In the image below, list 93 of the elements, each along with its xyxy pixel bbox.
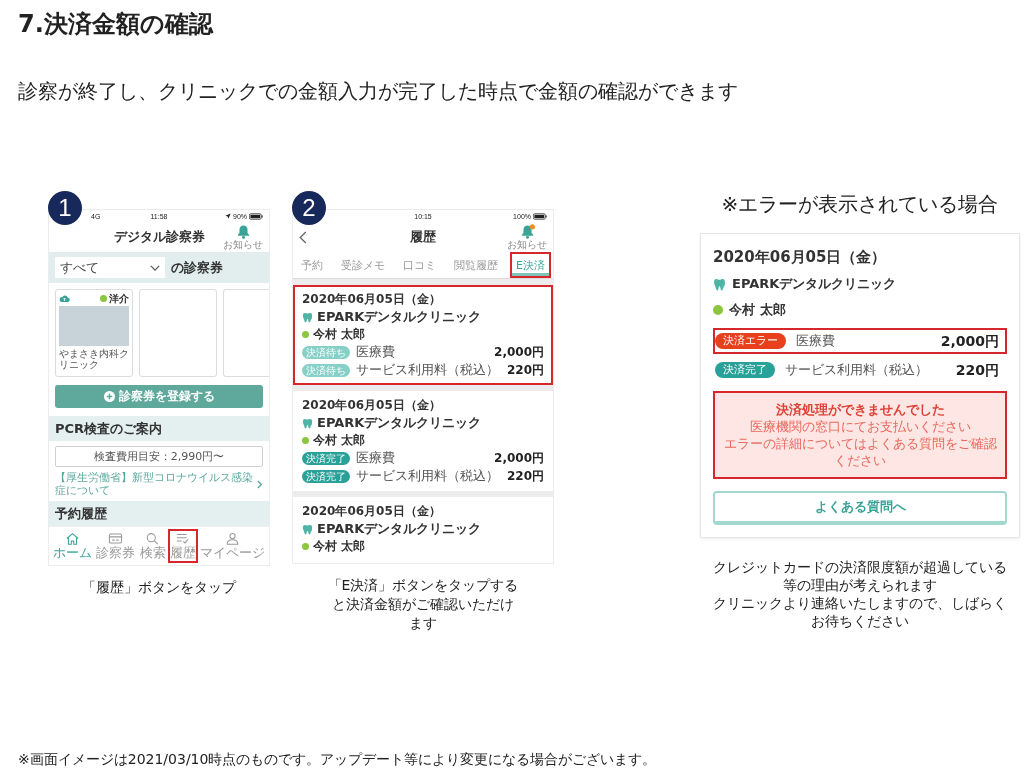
tab[interactable]: 受診メモ xyxy=(335,252,391,278)
step-number: 1 xyxy=(48,191,82,225)
clinic-card[interactable]: 洋介 やまさき内科クリニック xyxy=(55,289,133,377)
amount-text: 2,000円 xyxy=(494,344,544,360)
status-pill: 決済待ち xyxy=(302,363,350,377)
news-link[interactable]: 【厚生労働省】新型コロナウイルス感染症について xyxy=(55,471,263,497)
nav-tab[interactable]: 履歴 xyxy=(167,529,198,563)
caption-text: 「E決済」ボタンをタップすると決済金額がご確認いただけます xyxy=(326,576,520,633)
date-text: 2020年06月05日（金） xyxy=(302,504,442,518)
notice-button[interactable]: お知らせ xyxy=(507,224,547,250)
status-dot-icon xyxy=(713,305,723,315)
tab[interactable]: E決済 xyxy=(510,252,551,278)
fee-label: サービス利用料（税込） xyxy=(356,362,500,378)
tab[interactable]: 予約 xyxy=(295,252,329,278)
status-dot-icon xyxy=(100,295,107,302)
error-text: エラーの詳細についてはよくある質問をご確認ください xyxy=(722,435,998,469)
person-icon xyxy=(225,532,240,545)
register-button[interactable]: 診察券を登録する xyxy=(55,385,263,408)
dropdown-field[interactable]: すべて xyxy=(55,257,165,278)
amount-text: 220円 xyxy=(955,362,999,378)
tooth-icon xyxy=(713,277,726,291)
photo-placeholder xyxy=(59,306,129,346)
faq-button[interactable]: よくある質問へ xyxy=(713,491,1007,525)
nav-tab[interactable]: 診察券 xyxy=(94,529,138,563)
patient-name: 今村 太郎 xyxy=(313,433,366,448)
date-text: 2020年06月05日（金） xyxy=(302,398,442,412)
chevron-right-icon xyxy=(257,479,263,489)
step-number: 2 xyxy=(292,191,326,225)
amount-text: 220円 xyxy=(506,468,544,484)
status-pill: 決済待ち xyxy=(302,345,350,359)
footnote-text: ※画面イメージは2021/03/10時点のものです。アップデート等により変更になる場合がございます。 xyxy=(18,750,657,769)
tooth-icon xyxy=(302,523,313,535)
lead-text: 診察が終了し、クリニックでの金額入力が完了した時点で金額の確認ができます xyxy=(18,78,738,104)
home-icon xyxy=(65,532,80,545)
tab[interactable]: 閲覧履歴 xyxy=(448,252,504,278)
back-button[interactable] xyxy=(299,230,307,244)
search-icon xyxy=(145,532,160,545)
section-title: PCR検査のご案内 xyxy=(49,416,269,441)
plus-circle-icon xyxy=(103,391,115,402)
nav-tab[interactable]: 検索 xyxy=(137,529,168,563)
status-pill: 決済完了 xyxy=(302,451,350,465)
fee-label: サービス利用料（税込） xyxy=(356,468,500,484)
amount-text: 2,000円 xyxy=(494,450,544,466)
fee-label: サービス利用料（税込） xyxy=(785,362,929,378)
section-title: 予約履歴 xyxy=(49,501,269,526)
status-dot-icon xyxy=(302,437,309,444)
battery-icon xyxy=(249,212,263,220)
notice-button[interactable]: お知らせ xyxy=(223,224,263,250)
page-title: 7.決済金額の確認 xyxy=(18,9,213,40)
status-dot-icon xyxy=(302,543,309,550)
checklist-icon xyxy=(175,532,191,545)
status-pill: 決済エラー xyxy=(715,333,786,349)
date-text: 2020年06月05日（金） xyxy=(302,292,442,306)
clinic-name: やまさき内科クリニック xyxy=(59,348,129,370)
back-icon xyxy=(299,230,307,244)
note-text: クリニックより連絡いたしますので、しばらくお待ちください xyxy=(712,594,1008,630)
screen-title: デジタル診察券 xyxy=(113,229,205,245)
status-dot-icon xyxy=(302,331,309,338)
filter-label: の診察券 xyxy=(171,258,223,277)
chevron-down-icon xyxy=(150,264,160,271)
fee-label: 医療費 xyxy=(356,450,396,466)
price-button[interactable]: 検査費用目安：2,990円〜 xyxy=(55,446,263,467)
patient-name: 今村 太郎 xyxy=(313,327,366,342)
clinic-name: EPARKデンタルクリニック xyxy=(732,276,897,292)
screen-title: 履歴 xyxy=(410,229,436,245)
error-text: 医療機関の窓口にてお支払いください xyxy=(748,418,972,435)
patient-name: 洋介 xyxy=(109,293,129,304)
patient-name: 今村 太郎 xyxy=(729,302,786,318)
fee-label: 医療費 xyxy=(796,333,836,349)
caption-text: 「履歴」ボタンをタップ xyxy=(81,578,238,597)
tooth-icon xyxy=(302,311,313,323)
fee-label: 医療費 xyxy=(356,344,396,360)
tooth-icon xyxy=(302,417,313,429)
status-pill: 決済完了 xyxy=(302,469,350,483)
tab[interactable]: 口コミ xyxy=(397,252,442,278)
battery-icon xyxy=(533,212,547,220)
amount-text: 2,000円 xyxy=(940,333,999,349)
empty-card[interactable] xyxy=(223,289,269,377)
error-title: 決済処理ができませんでした xyxy=(774,401,946,418)
note-text: クレジットカードの決済限度額が超過している等の理由が考えられます xyxy=(712,558,1008,594)
clinic-name: EPARKデンタルクリニック xyxy=(317,415,482,431)
empty-card[interactable] xyxy=(139,289,217,377)
section-heading: ※エラーが表示されている場合 xyxy=(721,191,999,217)
clinic-name: EPARKデンタルクリニック xyxy=(317,309,482,325)
card-icon xyxy=(108,532,124,545)
amount-text: 220円 xyxy=(506,362,544,378)
nav-tab[interactable]: マイページ xyxy=(198,529,267,563)
patient-name: 今村 太郎 xyxy=(313,539,366,554)
cloud-icon xyxy=(59,294,70,303)
nav-tab[interactable]: ホーム xyxy=(51,529,94,563)
clinic-name: EPARKデンタルクリニック xyxy=(317,521,482,537)
status-pill: 決済完了 xyxy=(715,362,775,378)
date-text: 2020年06月05日（金） xyxy=(713,248,888,266)
